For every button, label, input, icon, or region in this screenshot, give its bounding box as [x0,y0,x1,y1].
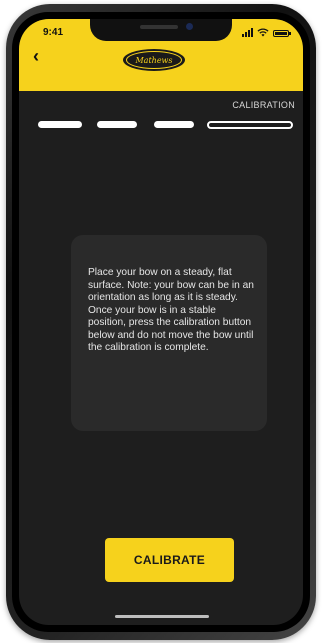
logo-text: Mathews [135,55,173,65]
wifi-icon [257,28,269,37]
signal-icon [242,28,253,37]
instruction-card: Place your bow on a steady, flat surface… [71,235,267,431]
progress-step-2 [97,121,137,128]
calibrate-button[interactable]: CALIBRATE [105,538,234,582]
brand-logo: Mathews [123,49,185,71]
back-button[interactable]: ‹ [33,47,39,65]
progress-step-1 [38,121,82,128]
app-screen: 9:41 ‹ Mathews CALIBRATION Place your bo… [19,19,303,625]
device-notch [90,19,232,41]
app-header: 9:41 ‹ Mathews [19,19,303,91]
instruction-text: Place your bow on a steady, flat surface… [88,267,254,353]
camera-icon [186,23,193,30]
battery-icon [273,30,291,37]
progress-step-3 [154,121,194,128]
status-time: 9:41 [43,27,64,38]
home-indicator [115,615,209,618]
progress-steps [38,121,298,131]
speaker-grille [140,25,178,29]
progress-step-4 [207,121,293,129]
current-step-label: CALIBRATION [232,100,295,110]
status-icons [242,28,291,37]
chevron-left-icon: ‹ [33,46,39,66]
